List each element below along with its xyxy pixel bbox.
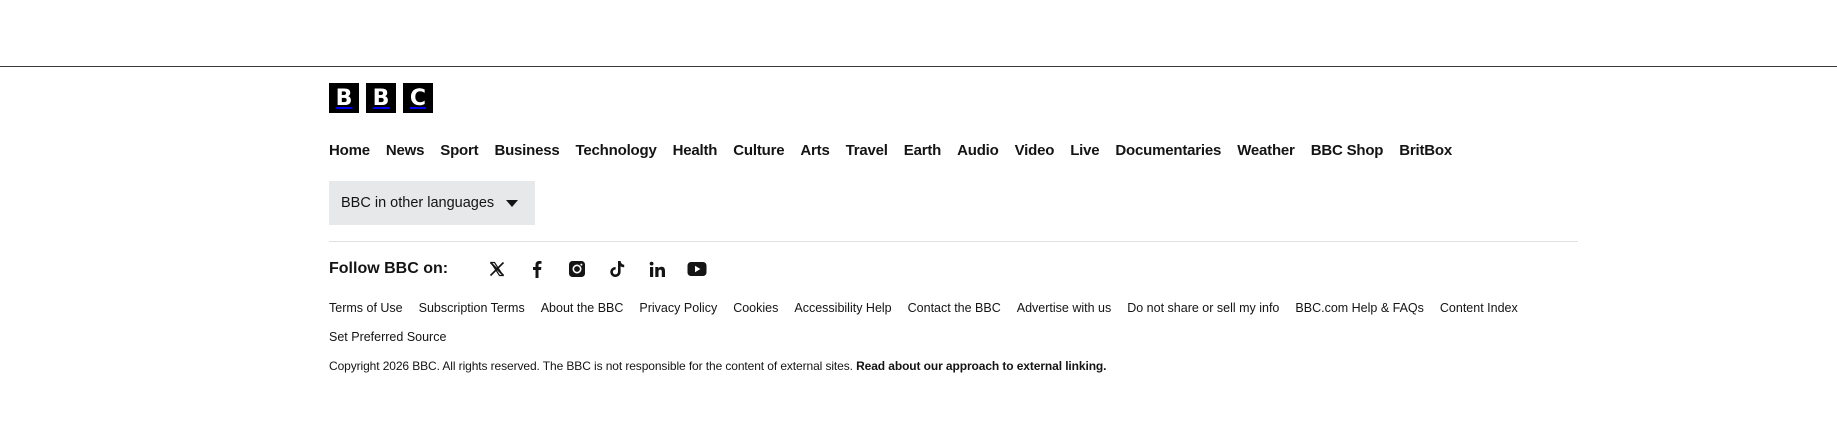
copyright-notice: Copyright 2026 BBC. All rights reserved.… [329,359,1107,373]
nav-item-business[interactable]: Business [494,142,559,159]
link-cookies[interactable]: Cookies [733,299,778,317]
footer-links: Terms of Use Subscription Terms About th… [329,299,1578,346]
follow-label: Follow BBC on: [329,260,449,277]
caret-down-icon [506,199,519,207]
link-help-faqs[interactable]: BBC.com Help & FAQs [1295,299,1424,317]
youtube-icon[interactable] [686,258,708,280]
link-subscription-terms[interactable]: Subscription Terms [419,299,525,317]
link-terms-of-use[interactable]: Terms of Use [329,299,403,317]
nav-item-earth[interactable]: Earth [904,142,942,159]
site-footer: B B C Home News Sport Business Technolog… [329,83,1578,373]
follow-bbc: Follow BBC on: [329,258,708,280]
x-icon[interactable] [486,258,508,280]
footer-nav: Home News Sport Business Technology Heal… [329,142,1452,159]
nav-item-audio[interactable]: Audio [957,142,999,159]
nav-item-sport[interactable]: Sport [440,142,478,159]
instagram-icon[interactable] [566,258,588,280]
external-linking-link[interactable]: Read about our approach to external link… [856,359,1106,373]
logo-letter-b2: B [366,83,396,113]
nav-item-video[interactable]: Video [1015,142,1055,159]
nav-item-weather[interactable]: Weather [1237,142,1295,159]
other-languages-button[interactable]: BBC in other languages [329,181,535,225]
nav-item-home[interactable]: Home [329,142,370,159]
nav-item-culture[interactable]: Culture [733,142,784,159]
link-privacy-policy[interactable]: Privacy Policy [639,299,717,317]
nav-item-health[interactable]: Health [673,142,718,159]
nav-item-technology[interactable]: Technology [576,142,657,159]
link-advertise-with-us[interactable]: Advertise with us [1017,299,1111,317]
tiktok-icon[interactable] [606,258,628,280]
section-divider [329,241,1578,242]
nav-item-arts[interactable]: Arts [800,142,829,159]
nav-item-travel[interactable]: Travel [846,142,888,159]
other-languages-label: BBC in other languages [341,195,495,211]
nav-item-news[interactable]: News [386,142,425,159]
link-do-not-share[interactable]: Do not share or sell my info [1127,299,1279,317]
bbc-logo[interactable]: B B C [329,83,1578,114]
link-contact-the-bbc[interactable]: Contact the BBC [908,299,1001,317]
link-accessibility-help[interactable]: Accessibility Help [794,299,891,317]
nav-item-live[interactable]: Live [1070,142,1099,159]
link-set-preferred-source[interactable]: Set Preferred Source [329,328,446,346]
logo-letter-b1: B [329,83,359,113]
link-content-index[interactable]: Content Index [1440,299,1518,317]
copyright-text: Copyright 2026 BBC. All rights reserved.… [329,359,853,373]
linkedin-icon[interactable] [646,258,668,280]
social-links [486,258,708,280]
top-divider [0,66,1837,67]
link-about-the-bbc[interactable]: About the BBC [541,299,624,317]
nav-item-britbox[interactable]: BritBox [1399,142,1452,159]
logo-letter-c: C [403,83,433,113]
nav-item-documentaries[interactable]: Documentaries [1115,142,1221,159]
nav-item-bbc-shop[interactable]: BBC Shop [1311,142,1384,159]
facebook-icon[interactable] [526,258,548,280]
